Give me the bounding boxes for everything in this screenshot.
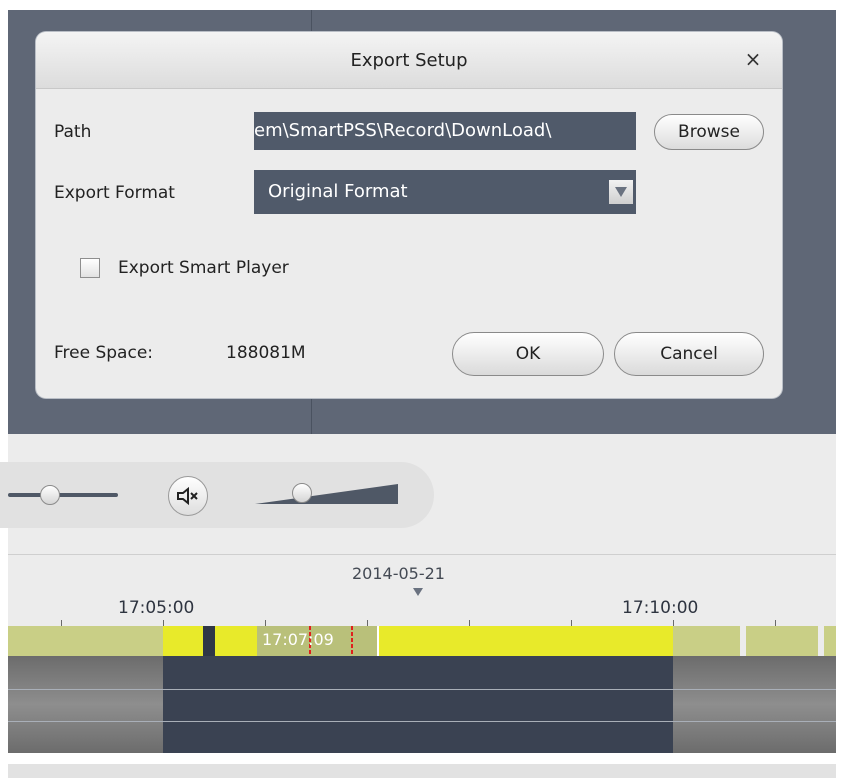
triangle-down-icon [615, 187, 627, 197]
free-space-value: 188081M [226, 343, 306, 363]
export-smart-player-label: Export Smart Player [118, 258, 289, 278]
track-separator [8, 721, 836, 722]
gap-segment [203, 626, 215, 656]
path-label: Path [54, 122, 92, 142]
speed-slider-track[interactable] [8, 493, 118, 497]
track-separator [8, 689, 836, 690]
export-smart-player-checkbox[interactable] [80, 258, 100, 278]
timeline-date-marker [413, 588, 423, 596]
speed-slider-knob[interactable] [40, 485, 60, 505]
path-field[interactable]: em\SmartPSS\Record\DownLoad\ [254, 112, 636, 150]
clip-end-marker[interactable] [351, 626, 353, 656]
timeline-date: 2014-05-21 [352, 564, 445, 583]
volume-slider-knob[interactable] [292, 483, 312, 503]
mute-button[interactable] [168, 476, 208, 516]
browse-button[interactable]: Browse [654, 114, 764, 150]
ok-button[interactable]: OK [452, 332, 604, 376]
recording-segment[interactable] [215, 626, 257, 656]
recording-segment[interactable] [163, 626, 203, 656]
path-value: em\SmartPSS\Record\DownLoad\ [254, 120, 552, 141]
free-space-label: Free Space: [54, 343, 154, 363]
track-active-region [163, 656, 673, 753]
cancel-button[interactable]: Cancel [614, 332, 764, 376]
bottom-scrollbar[interactable] [8, 764, 836, 778]
close-icon[interactable]: × [742, 48, 764, 70]
dialog-title: Export Setup [350, 50, 468, 71]
current-time-label: 17:07:09 [262, 630, 334, 649]
gap-segment [818, 626, 824, 656]
export-format-label: Export Format [54, 183, 175, 203]
gap-segment [740, 626, 746, 656]
volume-slider[interactable] [255, 480, 400, 510]
timeline-time-right: 17:10:00 [622, 598, 699, 618]
timeline-time-left: 17:05:00 [118, 598, 195, 618]
speaker-mute-icon [177, 486, 198, 506]
app-window: 2014-05-21 17:05:00 17:10:00 17:07:09 Ex… [0, 0, 843, 778]
dropdown-button[interactable] [609, 180, 633, 204]
recording-segment[interactable] [379, 626, 673, 656]
export-format-select[interactable]: Original Format [254, 170, 636, 214]
